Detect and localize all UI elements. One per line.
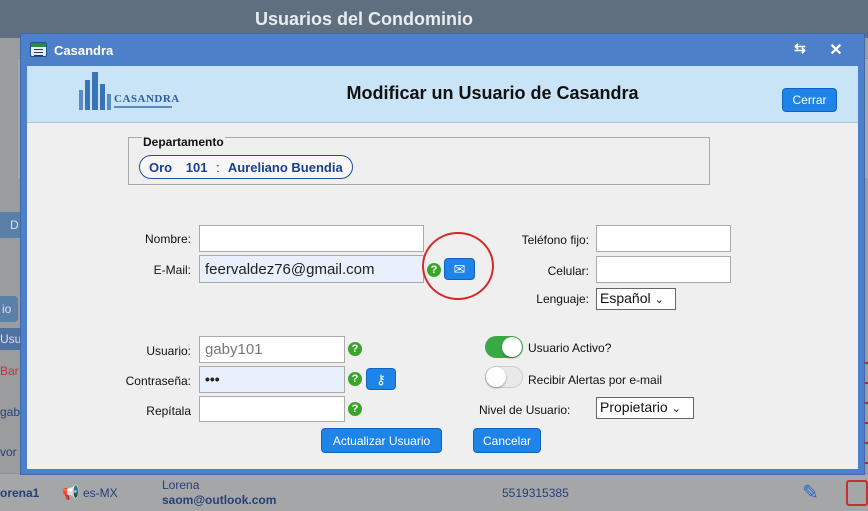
- usuario-help-icon[interactable]: ?: [348, 342, 362, 356]
- repitala-help-icon[interactable]: ?: [348, 402, 362, 416]
- nivel-label: Nivel de Usuario:: [479, 403, 571, 417]
- email-input[interactable]: [199, 255, 424, 283]
- background-row-text: vor: [0, 445, 17, 459]
- modal-header: CASANDRA Modificar un Usuario de Casandr…: [27, 66, 858, 123]
- repitala-input[interactable]: [199, 396, 345, 422]
- alertas-toggle[interactable]: [485, 366, 523, 388]
- key-icon: ⚷: [376, 372, 386, 387]
- logo-underline: [114, 106, 172, 108]
- usuario-input[interactable]: [199, 336, 345, 363]
- megaphone-icon: 📢: [62, 484, 80, 500]
- lenguaje-label: Lenguaje:: [536, 292, 589, 306]
- telefono-input[interactable]: [596, 225, 731, 252]
- background-table-row: orena1 📢 es-MX Lorena saom@outlook.com 5…: [0, 473, 868, 511]
- department-badge: Oro 101 : Aureliano Buendia: [139, 155, 353, 179]
- modal-content: CASANDRA Modificar un Usuario de Casandr…: [27, 66, 858, 469]
- lenguaje-select-value: Español: [600, 290, 651, 306]
- background-row-text: Bar: [0, 364, 19, 378]
- edit-icon: ✎: [802, 482, 819, 504]
- highlight-circle: [422, 232, 494, 300]
- window-title: Casandra: [54, 43, 114, 58]
- chevron-down-icon: ⌄: [671, 403, 681, 415]
- background-phone: 5519315385: [502, 486, 569, 500]
- modal-title: Modificar un Usuario de Casandra: [346, 83, 639, 103]
- close-icon[interactable]: ✕: [826, 40, 846, 60]
- nivel-select-value: Propietario: [600, 399, 668, 415]
- background-lang: es-MX: [83, 486, 118, 500]
- chevron-down-icon: ⌄: [654, 294, 664, 306]
- background-tab-2: io: [0, 296, 18, 322]
- update-user-button[interactable]: Actualizar Usuario: [321, 428, 442, 453]
- background-page-title: Usuarios del Condominio: [254, 9, 473, 29]
- nombre-label: Nombre:: [144, 232, 191, 246]
- department-resident: Aureliano Buendia: [227, 160, 343, 175]
- window-titlebar: Casandra ⇆ ✕: [21, 34, 864, 66]
- contrasena-label: Contraseña:: [125, 374, 191, 388]
- nivel-select[interactable]: Propietario ⌄: [596, 397, 694, 419]
- toggle-knob: [502, 337, 522, 357]
- refresh-icon[interactable]: ⇆: [790, 40, 810, 57]
- usuario-activo-toggle[interactable]: [485, 336, 523, 358]
- usuario-label: Usuario:: [146, 344, 191, 358]
- background-name: Lorena: [162, 478, 200, 492]
- usuario-activo-label: Usuario Activo?: [528, 341, 612, 355]
- contrasena-input[interactable]: •••: [199, 366, 345, 393]
- lenguaje-select[interactable]: Español ⌄: [596, 288, 676, 310]
- alertas-label: Recibir Alertas por e-mail: [528, 373, 663, 387]
- modal-window: Casandra ⇆ ✕ CASANDRA Modificar un Usuar…: [20, 33, 865, 475]
- trash-icon: [846, 480, 868, 506]
- background-user: orena1: [0, 486, 40, 500]
- toggle-knob: [486, 367, 506, 387]
- key-button[interactable]: ⚷: [366, 368, 396, 390]
- cancel-button[interactable]: Cancelar: [473, 428, 541, 453]
- department-separator: :: [216, 160, 220, 175]
- department-legend: Departamento: [142, 135, 225, 149]
- close-button[interactable]: Cerrar: [782, 88, 837, 112]
- repitala-label: Repítala: [146, 404, 191, 418]
- department-number: 101: [185, 160, 208, 175]
- contrasena-help-icon[interactable]: ?: [348, 372, 362, 386]
- department-tower: Oro: [149, 160, 173, 175]
- background-email: saom@outlook.com: [162, 493, 277, 507]
- nombre-input[interactable]: [199, 225, 424, 252]
- email-label: E-Mail:: [153, 263, 191, 277]
- celular-input[interactable]: [596, 256, 731, 283]
- celular-label: Celular:: [547, 264, 589, 278]
- telefono-label: Teléfono fijo:: [521, 233, 589, 247]
- document-icon: [30, 42, 47, 57]
